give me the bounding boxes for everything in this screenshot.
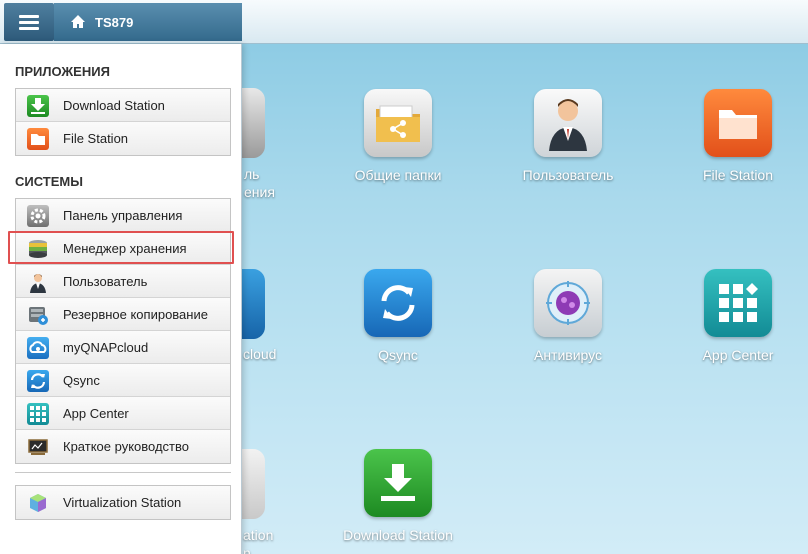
gear-icon: [27, 205, 49, 227]
home-icon: [71, 15, 85, 28]
desktop-icon-qsync[interactable]: Qsync: [323, 269, 473, 363]
menu-item-user[interactable]: Пользователь: [16, 265, 230, 298]
menu-item-label: myQNAPcloud: [63, 340, 149, 355]
desktop-icon-user[interactable]: Пользователь: [493, 89, 643, 183]
highlight-storage-manager: [8, 231, 234, 264]
menu-item-file-station[interactable]: File Station: [16, 122, 230, 155]
cloud-icon: [27, 337, 49, 359]
download-icon: [364, 449, 432, 517]
main-menu-panel: ПРИЛОЖЕНИЯ Download Station File Station…: [0, 44, 242, 554]
menu-item-download-station[interactable]: Download Station: [16, 89, 230, 122]
menu-item-control-panel[interactable]: Панель управления: [16, 199, 230, 232]
menu-item-label: Virtualization Station: [63, 495, 182, 510]
extra-group: Virtualization Station: [15, 485, 231, 520]
user-icon: [27, 271, 49, 293]
menu-divider: [15, 472, 231, 473]
partial-label-row2: cloud: [243, 346, 277, 362]
apps-group: Download Station File Station: [15, 88, 231, 156]
partial-label-row3b: n: [243, 545, 251, 554]
menu-item-myqnapcloud[interactable]: myQNAPcloud: [16, 331, 230, 364]
menu-item-label: File Station: [63, 131, 129, 146]
menu-item-label: Пользователь: [63, 274, 148, 289]
desktop-icon-label: Антивирус: [533, 347, 603, 363]
menu-item-label: Download Station: [63, 98, 165, 113]
folder-icon: [704, 89, 772, 157]
menu-item-backup[interactable]: Резервное копирование: [16, 298, 230, 331]
sync-icon: [364, 269, 432, 337]
download-icon: [27, 95, 49, 117]
apps-section-title: ПРИЛОЖЕНИЯ: [15, 64, 110, 79]
sync-icon: [27, 370, 49, 392]
desktop-icon-label: Download Station: [343, 527, 453, 543]
antivirus-icon: [534, 269, 602, 337]
desktop-icon-label: File Station: [702, 167, 774, 183]
desktop-icon-app-center[interactable]: App Center: [663, 269, 808, 363]
menu-item-label: Панель управления: [63, 208, 183, 223]
desktop-icon-label: App Center: [702, 347, 774, 363]
desktop-icon-label: Qsync: [378, 347, 418, 363]
menu-item-qsync[interactable]: Qsync: [16, 364, 230, 397]
home-breadcrumb[interactable]: TS879: [54, 3, 242, 41]
desktop-icon-download-station[interactable]: Download Station: [323, 449, 473, 543]
menu-item-quick-guide[interactable]: Краткое руководство: [16, 430, 230, 463]
partial-label-row1b: ения: [244, 184, 275, 200]
desktop-icon-shared-folders[interactable]: Общие папки: [323, 89, 473, 183]
guide-icon: [27, 436, 49, 458]
hamburger-icon: [19, 21, 39, 24]
partial-label-row1: ль: [244, 166, 260, 182]
menu-item-label: Qsync: [63, 373, 100, 388]
user-icon: [534, 89, 602, 157]
device-name: TS879: [95, 15, 134, 30]
hamburger-icon: [19, 15, 39, 18]
systems-section-title: СИСТЕМЫ: [15, 174, 83, 189]
shared-folder-icon: [364, 89, 432, 157]
folder-icon: [27, 128, 49, 150]
main-menu-button[interactable]: [4, 3, 54, 41]
menu-item-label: App Center: [63, 406, 129, 421]
cube-icon: [27, 492, 49, 514]
top-bar: TS879: [0, 0, 808, 44]
menu-item-label: Резервное копирование: [63, 307, 208, 322]
backup-icon: [27, 304, 49, 326]
menu-item-virtualization-station[interactable]: Virtualization Station: [16, 486, 230, 519]
partial-label-row3: ation: [243, 527, 274, 543]
desktop-icon-antivirus[interactable]: Антивирус: [493, 269, 643, 363]
app-grid-icon: [704, 269, 772, 337]
desktop-icon-label: Пользователь: [522, 167, 614, 183]
desktop-icon-file-station[interactable]: File Station: [663, 89, 808, 183]
menu-item-label: Краткое руководство: [63, 439, 189, 454]
desktop-icon-label: Общие папки: [354, 167, 442, 183]
hamburger-icon: [19, 27, 39, 30]
menu-item-app-center[interactable]: App Center: [16, 397, 230, 430]
app-grid-icon: [27, 403, 49, 425]
